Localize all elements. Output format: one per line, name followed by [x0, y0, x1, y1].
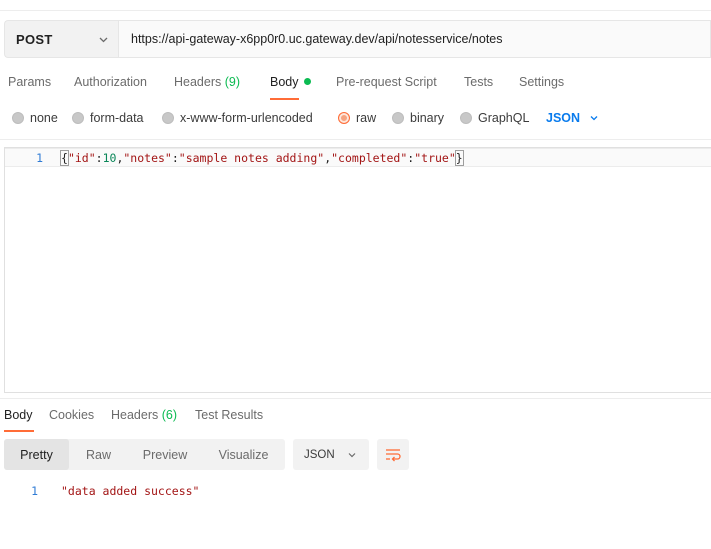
- active-tab-indicator: [270, 98, 299, 100]
- radio-button: [162, 112, 174, 124]
- line-number: 1: [36, 151, 43, 165]
- url-bar: POST https://api-gateway-x6pp0r0.uc.gate…: [4, 20, 711, 58]
- response-tab-test-results[interactable]: Test Results: [195, 408, 263, 422]
- tab-headers-count: (9): [224, 75, 241, 89]
- text-cursor: [462, 151, 464, 164]
- method-select[interactable]: POST: [4, 20, 118, 58]
- response-language-select[interactable]: JSON: [293, 439, 369, 470]
- wrap-lines-icon: [386, 448, 401, 461]
- response-tab-body[interactable]: Body: [4, 408, 33, 422]
- response-tab-cookies[interactable]: Cookies: [49, 408, 94, 422]
- body-language-label: JSON: [546, 111, 581, 125]
- view-mode-raw[interactable]: Raw: [69, 439, 128, 470]
- response-view-modes: Pretty Raw Preview Visualize: [4, 439, 285, 470]
- radio-raw[interactable]: raw: [338, 111, 376, 125]
- radio-label: none: [30, 111, 58, 125]
- code-token: "id": [67, 151, 96, 165]
- response-tab-headers-label: Headers: [111, 408, 159, 422]
- response-body-text: "data added success": [61, 484, 200, 498]
- radio-button-selected: [338, 112, 350, 124]
- radio-button: [12, 112, 24, 124]
- code-token: :: [171, 151, 179, 165]
- radio-urlencoded[interactable]: x-www-form-urlencoded: [162, 111, 313, 125]
- body-type-options: none form-data x-www-form-urlencoded raw…: [0, 108, 711, 130]
- view-mode-pretty[interactable]: Pretty: [4, 439, 69, 470]
- request-tabs: Params Authorization Headers (9) Body Pr…: [0, 72, 711, 100]
- tab-body-label: Body: [270, 75, 299, 89]
- radio-graphql[interactable]: GraphQL: [460, 111, 529, 125]
- response-tab-headers-count: (6): [161, 408, 178, 422]
- view-mode-preview[interactable]: Preview: [128, 439, 202, 470]
- top-divider: [0, 10, 711, 11]
- chevron-down-icon: [590, 116, 598, 121]
- radio-label: form-data: [90, 111, 144, 125]
- wrap-lines-button[interactable]: [377, 439, 409, 470]
- code-token: :: [95, 151, 103, 165]
- code-token: "notes": [123, 151, 172, 165]
- url-input[interactable]: https://api-gateway-x6pp0r0.uc.gateway.d…: [118, 20, 711, 58]
- code-token: "true": [414, 151, 456, 165]
- tab-body[interactable]: Body: [270, 75, 311, 89]
- view-mode-visualize[interactable]: Visualize: [202, 439, 285, 470]
- body-language-select[interactable]: JSON: [546, 111, 599, 125]
- radio-label: GraphQL: [478, 111, 530, 125]
- tab-headers[interactable]: Headers (9): [174, 75, 240, 89]
- tab-tests[interactable]: Tests: [464, 75, 493, 89]
- tab-headers-label: Headers: [174, 75, 222, 89]
- active-response-tab-indicator: [4, 430, 34, 432]
- radio-button: [460, 112, 472, 124]
- section-divider: [0, 139, 711, 140]
- body-status-dot: [303, 78, 311, 85]
- response-line-number: 1: [31, 484, 38, 498]
- tab-authorization[interactable]: Authorization: [74, 75, 147, 89]
- radio-label: raw: [356, 111, 377, 125]
- chevron-down-icon: [99, 37, 108, 43]
- method-label: POST: [16, 31, 53, 47]
- tab-settings[interactable]: Settings: [519, 75, 564, 89]
- response-divider: [0, 398, 711, 399]
- postman-request-window: POST https://api-gateway-x6pp0r0.uc.gate…: [0, 0, 711, 549]
- radio-button: [392, 112, 404, 124]
- response-tabs: Body Cookies Headers (6) Test Results: [0, 405, 711, 432]
- tab-prerequest-script[interactable]: Pre-request Script: [336, 75, 437, 89]
- chevron-down-icon: [348, 452, 356, 457]
- code-token: "completed": [331, 151, 408, 165]
- response-tab-headers[interactable]: Headers (6): [111, 408, 177, 422]
- response-language-label: JSON: [304, 448, 335, 461]
- code-token: 10: [102, 151, 117, 165]
- radio-label: x-www-form-urlencoded: [180, 111, 313, 125]
- code-token: {: [60, 150, 69, 166]
- radio-label: binary: [410, 111, 445, 125]
- radio-binary[interactable]: binary: [392, 111, 444, 125]
- code-token: }: [454, 150, 464, 166]
- code-line: {"id":10,"notes":"sample notes adding","…: [60, 150, 464, 166]
- code-token: "sample notes adding": [178, 151, 325, 165]
- radio-button: [72, 112, 84, 124]
- radio-form-data[interactable]: form-data: [72, 111, 144, 125]
- tab-params[interactable]: Params: [8, 75, 51, 89]
- request-body-editor[interactable]: 1 {"id":10,"notes":"sample notes adding"…: [4, 147, 711, 393]
- radio-none[interactable]: none: [12, 111, 58, 125]
